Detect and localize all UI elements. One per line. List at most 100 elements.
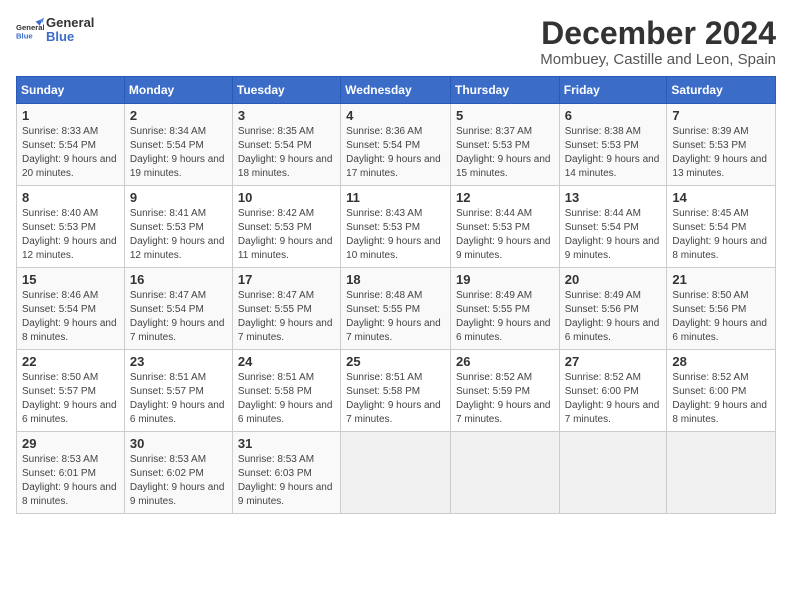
weekday-header-cell: Wednesday	[341, 77, 451, 104]
day-info: Sunrise: 8:47 AM Sunset: 5:55 PM Dayligh…	[238, 289, 335, 345]
calendar-day-cell: 26Sunrise: 8:52 AM Sunset: 5:59 PM Dayli…	[450, 350, 559, 432]
day-number: 28	[672, 354, 770, 369]
day-info: Sunrise: 8:43 AM Sunset: 5:53 PM Dayligh…	[346, 207, 445, 263]
calendar-day-cell: 22 Sunrise: 8:50 AM Sunset: 5:57 PM Dayli…	[17, 350, 125, 432]
calendar-day-cell: 13Sunrise: 8:44 AM Sunset: 5:54 PM Dayli…	[559, 186, 667, 268]
calendar-day-cell: 7 Sunrise: 8:39 AM Sunset: 5:53 PM Daylig…	[667, 104, 776, 186]
day-number: 4	[346, 108, 445, 123]
day-number: 27	[565, 354, 662, 369]
calendar-day-cell	[667, 432, 776, 514]
location-title: Mombuey, Castille and Leon, Spain	[540, 51, 776, 68]
day-number: 14	[672, 190, 770, 205]
calendar-day-cell: 6Sunrise: 8:38 AM Sunset: 5:53 PM Daylig…	[559, 104, 667, 186]
calendar-day-cell: 28 Sunrise: 8:52 AM Sunset: 6:00 PM Dayli…	[667, 350, 776, 432]
calendar-day-cell: 5Sunrise: 8:37 AM Sunset: 5:53 PM Daylig…	[450, 104, 559, 186]
calendar-day-cell: 19 Sunrise: 8:49 AM Sunset: 5:55 PM Dayli…	[450, 268, 559, 350]
logo: General Blue General Blue	[16, 16, 94, 45]
day-number: 24	[238, 354, 335, 369]
calendar-day-cell: 14 Sunrise: 8:45 AM Sunset: 5:54 PM Dayli…	[667, 186, 776, 268]
day-info: Sunrise: 8:42 AM Sunset: 5:53 PM Dayligh…	[238, 207, 335, 263]
calendar-day-cell: 25 Sunrise: 8:51 AM Sunset: 5:58 PM Dayli…	[341, 350, 451, 432]
calendar-day-cell: 3 Sunrise: 8:35 AM Sunset: 5:54 PM Daylig…	[232, 104, 340, 186]
day-info: Sunrise: 8:47 AM Sunset: 5:54 PM Dayligh…	[130, 289, 227, 345]
calendar-day-cell: 31 Sunrise: 8:53 AM Sunset: 6:03 PM Dayli…	[232, 432, 340, 514]
weekday-header-cell: Saturday	[667, 77, 776, 104]
calendar-day-cell	[559, 432, 667, 514]
day-info: Sunrise: 8:40 AM Sunset: 5:53 PM Dayligh…	[22, 207, 119, 263]
day-info: Sunrise: 8:39 AM Sunset: 5:53 PM Dayligh…	[672, 125, 770, 181]
day-info: Sunrise: 8:37 AM Sunset: 5:53 PM Dayligh…	[456, 125, 554, 181]
day-number: 12	[456, 190, 554, 205]
day-number: 13	[565, 190, 662, 205]
day-info: Sunrise: 8:52 AM Sunset: 6:00 PM Dayligh…	[672, 371, 770, 427]
day-number: 10	[238, 190, 335, 205]
day-info: Sunrise: 8:45 AM Sunset: 5:54 PM Dayligh…	[672, 207, 770, 263]
calendar-week-row: 8 Sunrise: 8:40 AM Sunset: 5:53 PM Daylig…	[17, 186, 776, 268]
svg-text:Blue: Blue	[16, 32, 33, 41]
day-info: Sunrise: 8:36 AM Sunset: 5:54 PM Dayligh…	[346, 125, 445, 181]
day-info: Sunrise: 8:48 AM Sunset: 5:55 PM Dayligh…	[346, 289, 445, 345]
calendar-day-cell: 24Sunrise: 8:51 AM Sunset: 5:58 PM Dayli…	[232, 350, 340, 432]
title-section: December 2024 Mombuey, Castille and Leon…	[540, 16, 776, 68]
calendar-day-cell: 10 Sunrise: 8:42 AM Sunset: 5:53 PM Dayli…	[232, 186, 340, 268]
day-info: Sunrise: 8:52 AM Sunset: 5:59 PM Dayligh…	[456, 371, 554, 427]
weekday-header-cell: Sunday	[17, 77, 125, 104]
weekday-header-row: SundayMondayTuesdayWednesdayThursdayFrid…	[17, 77, 776, 104]
day-info: Sunrise: 8:53 AM Sunset: 6:02 PM Dayligh…	[130, 453, 227, 509]
day-info: Sunrise: 8:44 AM Sunset: 5:53 PM Dayligh…	[456, 207, 554, 263]
day-number: 3	[238, 108, 335, 123]
day-info: Sunrise: 8:35 AM Sunset: 5:54 PM Dayligh…	[238, 125, 335, 181]
day-number: 15	[22, 272, 119, 287]
day-info: Sunrise: 8:51 AM Sunset: 5:57 PM Dayligh…	[130, 371, 227, 427]
day-number: 6	[565, 108, 662, 123]
weekday-header-cell: Friday	[559, 77, 667, 104]
page-header: General Blue General Blue December 2024 …	[16, 16, 776, 68]
day-number: 19	[456, 272, 554, 287]
day-number: 18	[346, 272, 445, 287]
day-number: 20	[565, 272, 662, 287]
day-number: 17	[238, 272, 335, 287]
day-number: 9	[130, 190, 227, 205]
calendar-day-cell: 27 Sunrise: 8:52 AM Sunset: 6:00 PM Dayli…	[559, 350, 667, 432]
day-number: 29	[22, 436, 119, 451]
day-info: Sunrise: 8:52 AM Sunset: 6:00 PM Dayligh…	[565, 371, 662, 427]
calendar-week-row: 1Sunrise: 8:33 AM Sunset: 5:54 PM Daylig…	[17, 104, 776, 186]
day-info: Sunrise: 8:53 AM Sunset: 6:03 PM Dayligh…	[238, 453, 335, 509]
day-info: Sunrise: 8:34 AM Sunset: 5:54 PM Dayligh…	[130, 125, 227, 181]
calendar-day-cell: 20 Sunrise: 8:49 AM Sunset: 5:56 PM Dayli…	[559, 268, 667, 350]
day-number: 16	[130, 272, 227, 287]
calendar-day-cell	[341, 432, 451, 514]
weekday-header-cell: Tuesday	[232, 77, 340, 104]
calendar-day-cell: 17 Sunrise: 8:47 AM Sunset: 5:55 PM Dayli…	[232, 268, 340, 350]
day-number: 7	[672, 108, 770, 123]
day-number: 31	[238, 436, 335, 451]
calendar-body: 1Sunrise: 8:33 AM Sunset: 5:54 PM Daylig…	[17, 104, 776, 514]
calendar-day-cell: 4 Sunrise: 8:36 AM Sunset: 5:54 PM Daylig…	[341, 104, 451, 186]
calendar-week-row: 15 Sunrise: 8:46 AM Sunset: 5:54 PM Dayli…	[17, 268, 776, 350]
day-number: 8	[22, 190, 119, 205]
day-info: Sunrise: 8:49 AM Sunset: 5:56 PM Dayligh…	[565, 289, 662, 345]
day-number: 23	[130, 354, 227, 369]
calendar-week-row: 29 Sunrise: 8:53 AM Sunset: 6:01 PM Dayli…	[17, 432, 776, 514]
calendar-week-row: 22 Sunrise: 8:50 AM Sunset: 5:57 PM Dayli…	[17, 350, 776, 432]
day-number: 2	[130, 108, 227, 123]
day-number: 30	[130, 436, 227, 451]
calendar-day-cell: 23 Sunrise: 8:51 AM Sunset: 5:57 PM Dayli…	[124, 350, 232, 432]
calendar-day-cell: 16 Sunrise: 8:47 AM Sunset: 5:54 PM Dayli…	[124, 268, 232, 350]
day-info: Sunrise: 8:46 AM Sunset: 5:54 PM Dayligh…	[22, 289, 119, 345]
calendar-day-cell	[450, 432, 559, 514]
day-number: 25	[346, 354, 445, 369]
calendar-day-cell: 9 Sunrise: 8:41 AM Sunset: 5:53 PM Daylig…	[124, 186, 232, 268]
calendar-day-cell: 29 Sunrise: 8:53 AM Sunset: 6:01 PM Dayli…	[17, 432, 125, 514]
day-number: 22	[22, 354, 119, 369]
day-info: Sunrise: 8:51 AM Sunset: 5:58 PM Dayligh…	[346, 371, 445, 427]
logo-text-blue: Blue	[46, 30, 94, 44]
day-info: Sunrise: 8:41 AM Sunset: 5:53 PM Dayligh…	[130, 207, 227, 263]
day-info: Sunrise: 8:53 AM Sunset: 6:01 PM Dayligh…	[22, 453, 119, 509]
day-info: Sunrise: 8:50 AM Sunset: 5:57 PM Dayligh…	[22, 371, 119, 427]
calendar-day-cell: 2 Sunrise: 8:34 AM Sunset: 5:54 PM Daylig…	[124, 104, 232, 186]
day-number: 11	[346, 190, 445, 205]
calendar-day-cell: 12 Sunrise: 8:44 AM Sunset: 5:53 PM Dayli…	[450, 186, 559, 268]
weekday-header-cell: Thursday	[450, 77, 559, 104]
day-info: Sunrise: 8:49 AM Sunset: 5:55 PM Dayligh…	[456, 289, 554, 345]
